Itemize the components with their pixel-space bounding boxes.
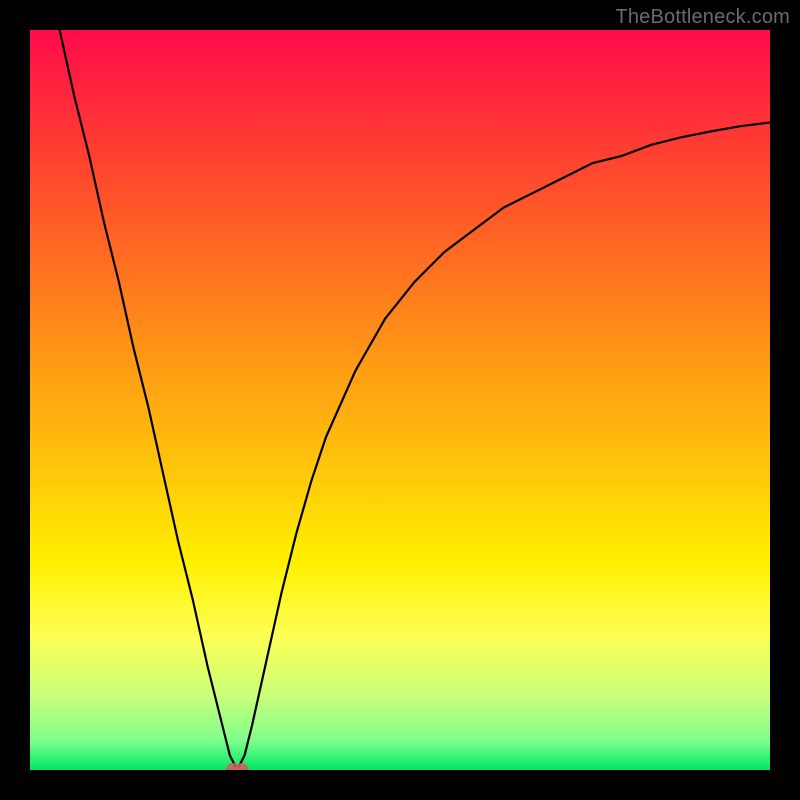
- watermark-text: TheBottleneck.com: [615, 6, 790, 29]
- bottleneck-curve: [60, 30, 770, 770]
- plot-area: [30, 30, 770, 770]
- minimum-marker-secondary: [235, 763, 249, 770]
- chart-frame: TheBottleneck.com: [0, 0, 800, 800]
- curve-layer: [30, 30, 770, 770]
